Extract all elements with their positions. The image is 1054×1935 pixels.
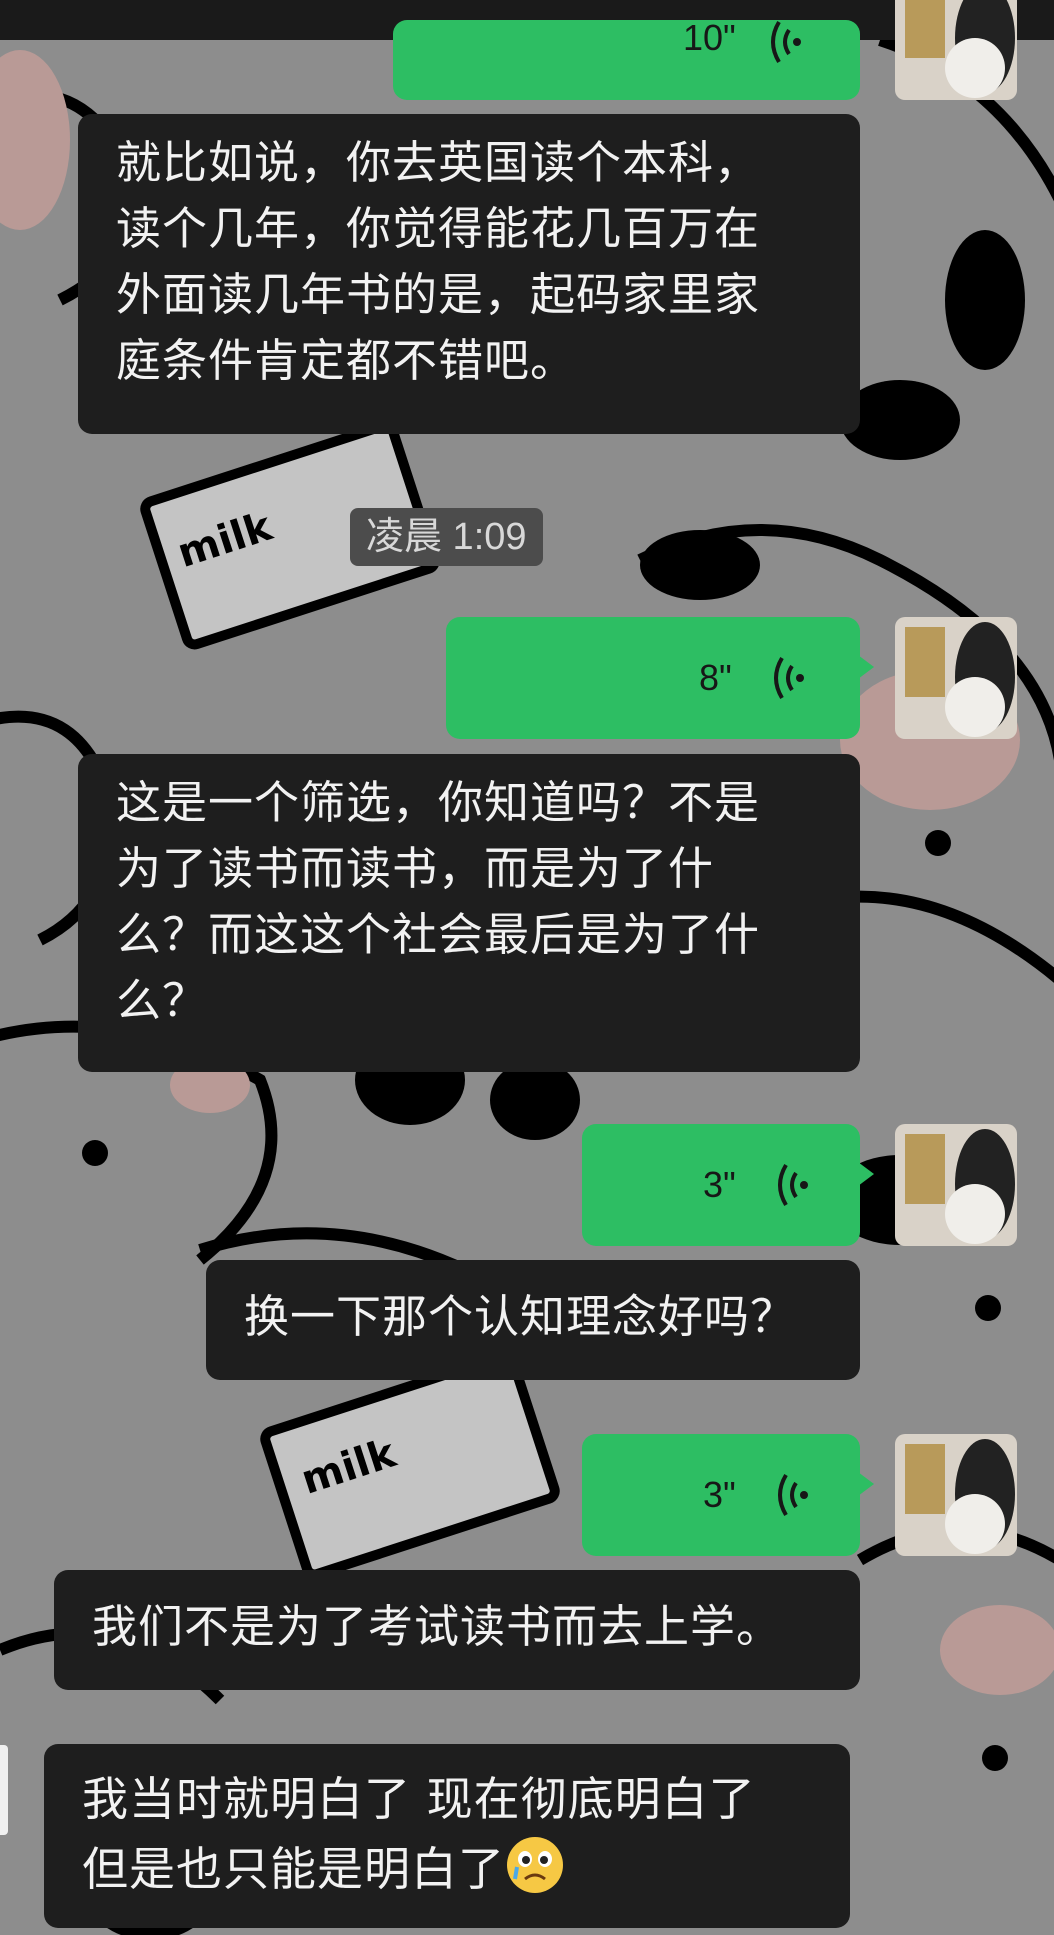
message-line: 为了读书而读书，而是为了什 bbox=[116, 842, 715, 895]
voice-message[interactable]: 3" bbox=[582, 1124, 874, 1246]
timestamp: 凌晨 1:09 bbox=[350, 508, 543, 566]
message-bubble[interactable]: 这是一个筛选，你知道吗？不是 为了读书而读书，而是为了什 么？而这这个社会最后是… bbox=[78, 754, 860, 1072]
voice-wave-icon bbox=[778, 1163, 808, 1207]
comment-line: 但是也只能是明白了 bbox=[82, 1834, 814, 1904]
comment-line: 我当时就明白了 现在彻底明白了 bbox=[82, 1772, 756, 1826]
left-edge-tab bbox=[0, 1745, 8, 1835]
message-line: 读个几年，你觉得能花几百万在 bbox=[116, 202, 761, 255]
message-line: 换一下那个认知理念好吗？ bbox=[244, 1290, 797, 1343]
message-line: 这是一个筛选，你知道吗？不是 bbox=[116, 776, 761, 829]
voice-duration: 3" bbox=[703, 1474, 736, 1515]
voice-message[interactable]: 8" bbox=[446, 617, 874, 739]
message-bubble[interactable]: 就比如说，你去英国读个本科， 读个几年，你觉得能花几百万在 外面读几年书的是，起… bbox=[78, 114, 860, 434]
message-bubble[interactable]: 换一下那个认知理念好吗？ bbox=[206, 1260, 860, 1380]
message-line: 我们不是为了考试读书而去上学。 bbox=[92, 1600, 783, 1653]
voice-wave-icon bbox=[771, 20, 801, 64]
voice-duration: 10" bbox=[683, 17, 736, 58]
message-line: 庭条件肯定都不错吧。 bbox=[116, 334, 577, 387]
voice-duration: 3" bbox=[703, 1164, 736, 1205]
overlay-comment: 我当时就明白了 现在彻底明白了 但是也只能是明白了 bbox=[44, 1744, 850, 1928]
avatar[interactable] bbox=[895, 1124, 1017, 1246]
voice-message[interactable]: 3" bbox=[582, 1434, 874, 1556]
voice-message[interactable]: 10" bbox=[393, 17, 860, 100]
voice-duration: 8" bbox=[699, 657, 732, 698]
message-bubble[interactable]: 我们不是为了考试读书而去上学。 bbox=[54, 1570, 860, 1690]
message-line: 就比如说，你去英国读个本科， bbox=[116, 136, 761, 189]
message-line: 么？而这这个社会最后是为了什 bbox=[116, 908, 761, 961]
crying-face-emoji bbox=[507, 1837, 563, 1893]
voice-wave-icon bbox=[778, 1473, 808, 1517]
voice-wave-icon bbox=[774, 656, 804, 700]
avatar[interactable] bbox=[895, 1434, 1017, 1556]
avatar[interactable] bbox=[895, 617, 1017, 739]
message-line: 外面读几年书的是，起码家里家 bbox=[116, 268, 761, 321]
message-line: 么？ bbox=[116, 974, 209, 1027]
avatar[interactable] bbox=[895, 0, 1017, 100]
